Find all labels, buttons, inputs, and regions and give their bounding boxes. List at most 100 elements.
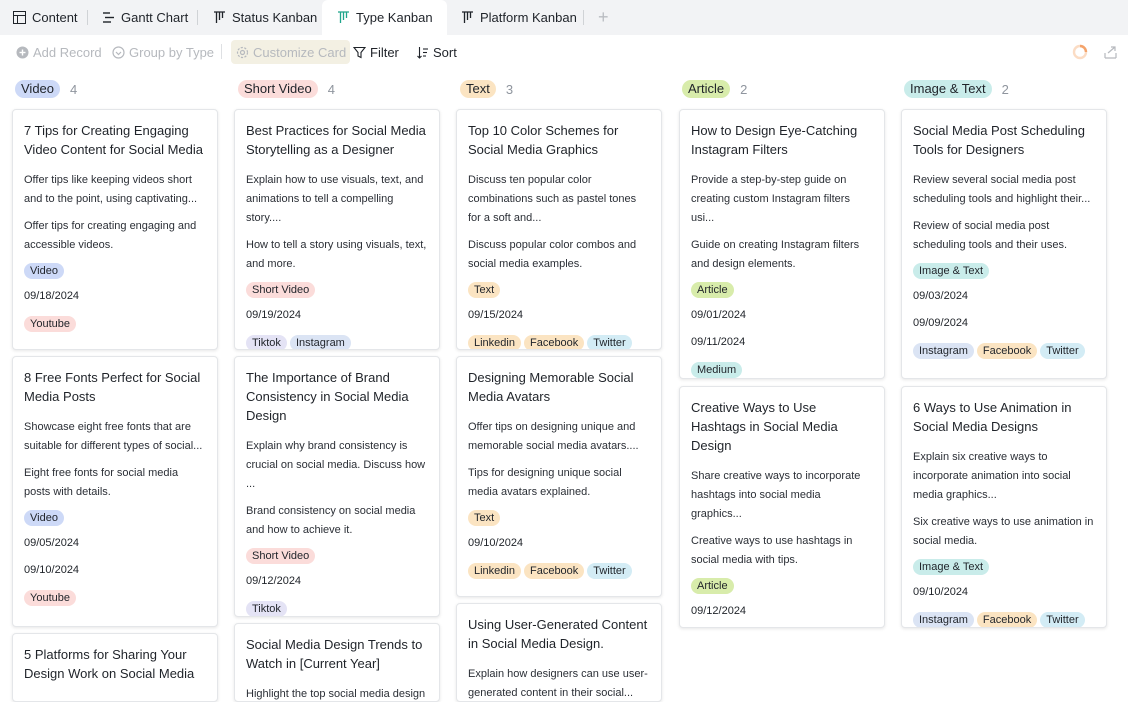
card-end-date: 09/11/2024: [691, 336, 746, 348]
card-description: Provide a step-by-step guide on creating…: [691, 174, 850, 224]
card-description: Review several social media post schedul…: [913, 174, 1091, 205]
card-type-row: Article: [691, 578, 873, 594]
kanban-card[interactable]: Social Media Design Trends to Watch in […: [234, 623, 440, 702]
card-start-date: 09/03/2024: [913, 290, 969, 302]
card-title: The Importance of Brand Consistency in S…: [246, 370, 409, 423]
kanban-card[interactable]: The Importance of Brand Consistency in S…: [234, 356, 440, 617]
kanban-card[interactable]: Designing Memorable Social Media Avatars…: [456, 356, 662, 597]
card-title: Using User-Generated Content in Social M…: [468, 617, 648, 651]
card-summary: Creative ways to use hashtags in social …: [691, 535, 853, 566]
group-by-label: Group by Type: [129, 44, 215, 60]
kanban-card[interactable]: Using User-Generated Content in Social M…: [456, 603, 662, 702]
card-start-date: 09/18/2024: [24, 290, 80, 302]
card-title: Best Practices for Social Media Storytel…: [246, 123, 426, 157]
card-start-date: 09/15/2024: [468, 309, 524, 321]
card-type-tag: Video: [24, 263, 64, 279]
card-platform-tag: Twitter: [587, 563, 632, 579]
column-type-badge: Text: [460, 80, 496, 98]
card-start-date: 09/12/2024: [246, 575, 302, 587]
card-platform-tag: Instagram: [289, 335, 351, 349]
card-platform-tag: Twitter: [587, 335, 632, 349]
kanban-card[interactable]: 5 Platforms for Sharing Your Design Work…: [12, 633, 218, 702]
card-type-tag: Text: [468, 510, 501, 526]
column-type-badge: Short Video: [238, 80, 318, 98]
card-description: Explain six creative ways to incorporate…: [913, 451, 1071, 501]
tab-platform-kanban[interactable]: Platform Kanban: [460, 0, 577, 35]
tab-label: Content: [32, 10, 78, 25]
card-end-date: 09/09/2024: [913, 317, 969, 329]
filter-button[interactable]: Filter: [352, 42, 399, 62]
card-description: Explain why brand consistency is crucial…: [246, 440, 426, 490]
tab-content[interactable]: Content: [12, 0, 78, 35]
kanban-card[interactable]: Creative Ways to Use Hashtags in Social …: [679, 386, 885, 628]
column-header-text: Text 3: [460, 79, 513, 99]
group-icon: [111, 45, 125, 59]
toolbar-divider: [221, 44, 222, 59]
kanban-card[interactable]: 7 Tips for Creating Engaging Video Conte…: [12, 109, 218, 350]
column-header-image-text: Image & Text 2: [904, 79, 1009, 99]
filter-icon: [352, 45, 366, 59]
kanban-card[interactable]: 6 Ways to Use Animation in Social Media …: [901, 386, 1107, 628]
plus-circle-icon: [15, 45, 29, 59]
card-summary: How to tell a story using visuals, text,…: [246, 239, 427, 270]
tab-type-kanban[interactable]: Type Kanban: [322, 0, 447, 35]
card-platform-row: Tiktok: [246, 601, 428, 616]
group-by-button[interactable]: Group by Type: [111, 42, 214, 62]
kanban-card[interactable]: How to Design Eye-Catching Instagram Fil…: [679, 109, 885, 379]
card-description: Share creative ways to incorporate hasht…: [691, 470, 861, 520]
column-count: 3: [505, 81, 514, 97]
card-description: Explain how to use visuals, text, and an…: [246, 174, 424, 224]
card-description: Discuss ten popular color combinations s…: [468, 174, 637, 224]
share-icon[interactable]: [1103, 44, 1119, 60]
card-type-row: Video: [24, 263, 206, 279]
card-type-row: Text: [468, 510, 650, 526]
add-record-button[interactable]: Add Record: [15, 42, 102, 62]
card-title: Top 10 Color Schemes for Social Media Gr…: [468, 123, 619, 157]
card-start-date: 09/19/2024: [246, 309, 302, 321]
sort-button[interactable]: Sort: [415, 42, 457, 62]
card-description: Showcase eight free fonts that are suita…: [24, 421, 203, 452]
card-platform-tag: Instagram: [913, 343, 974, 359]
card-type-row: Video: [24, 510, 206, 526]
add-view-plus-icon[interactable]: +: [598, 8, 609, 26]
column-count: 2: [1001, 81, 1009, 97]
customize-card-label: Customize Card: [253, 44, 347, 60]
card-start-date: 09/05/2024: [24, 537, 80, 549]
card-platform-tag: Linkedin: [468, 563, 521, 579]
view-tab-bar: Content Gantt Chart Status Kanban Type K…: [0, 0, 1128, 35]
card-type-row: Image & Text: [913, 559, 1095, 575]
gear-icon: [235, 45, 249, 59]
tab-divider: [87, 10, 88, 25]
tab-gantt-chart[interactable]: Gantt Chart: [101, 0, 188, 35]
card-type-row: Short Video: [246, 548, 428, 564]
tab-divider: [583, 10, 584, 25]
kanban-card[interactable]: Social Media Post Scheduling Tools for D…: [901, 109, 1107, 379]
card-platform-row: Linkedin Facebook Twitter: [468, 335, 650, 349]
card-title: Social Media Design Trends to Watch in […: [246, 637, 423, 671]
kanban-card[interactable]: 8 Free Fonts Perfect for Social Media Po…: [12, 356, 218, 627]
card-summary: Review of social media post scheduling t…: [913, 220, 1068, 251]
card-platform-tag: Tiktok: [246, 601, 287, 616]
card-description: Offer tips on designing unique and memor…: [468, 421, 639, 452]
add-record-label: Add Record: [33, 44, 102, 60]
card-platform-tag: Facebook: [976, 343, 1038, 359]
card-type-row: Image & Text: [913, 263, 1095, 279]
card-end-date: 09/10/2024: [24, 564, 80, 576]
tab-label: Platform Kanban: [480, 10, 577, 25]
card-start-date: 09/12/2024: [691, 605, 747, 617]
column-header-short-video: Short Video 4: [238, 79, 335, 99]
customize-card-button[interactable]: Customize Card: [231, 40, 351, 64]
column-header-video: Video 4: [15, 79, 77, 99]
card-description: Highlight the top social media design: [246, 688, 426, 700]
column-count: 4: [70, 81, 78, 97]
tab-status-kanban[interactable]: Status Kanban: [212, 0, 317, 35]
kanban-card[interactable]: Top 10 Color Schemes for Social Media Gr…: [456, 109, 662, 350]
card-type-row: Article: [691, 282, 873, 298]
tab-label: Type Kanban: [356, 10, 433, 25]
card-type-tag: Text: [468, 282, 501, 298]
column-type-badge: Video: [15, 80, 61, 98]
kanban-card[interactable]: Best Practices for Social Media Storytel…: [234, 109, 440, 350]
card-start-date: 09/10/2024: [913, 586, 969, 598]
card-platform-tag: Medium: [691, 362, 743, 378]
tab-divider: [197, 10, 198, 25]
